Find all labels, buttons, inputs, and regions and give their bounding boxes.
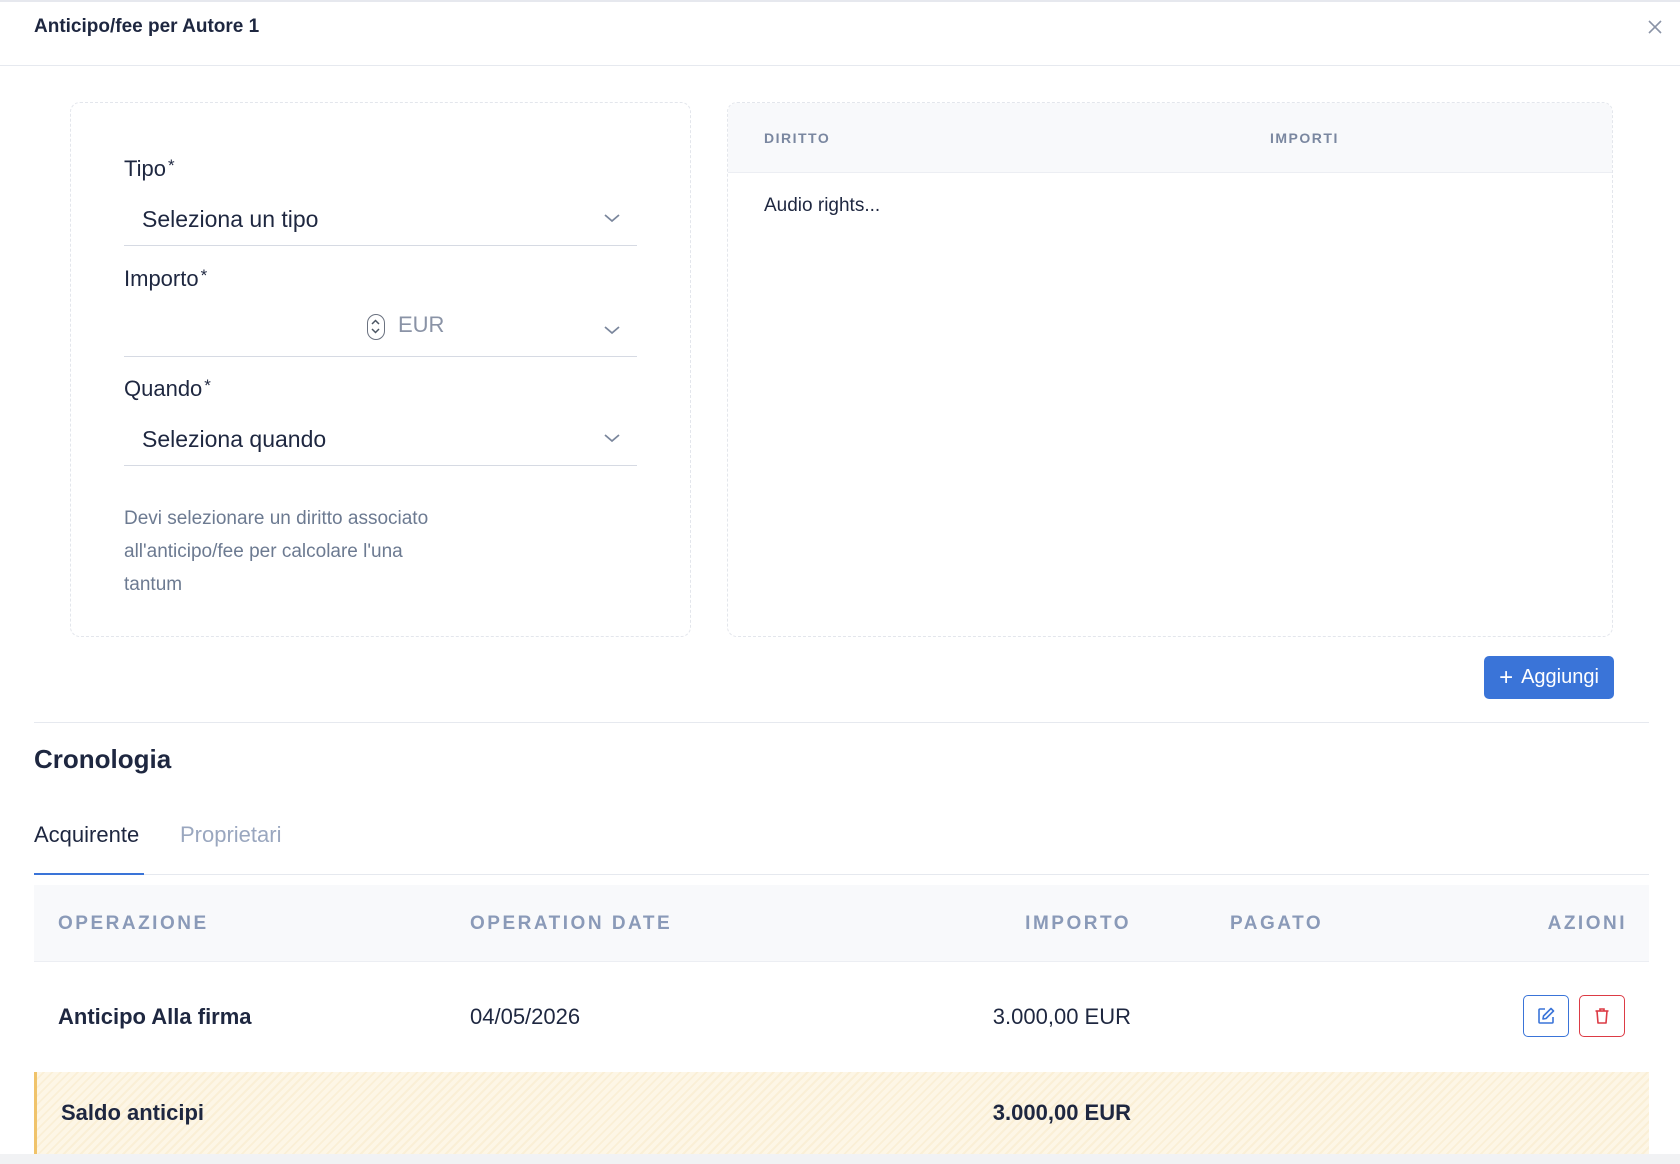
importo-label: Importo * [124, 266, 208, 291]
row-operation-date: 04/05/2026 [470, 1004, 581, 1029]
delete-button[interactable] [1579, 995, 1625, 1037]
edit-icon [1538, 1007, 1555, 1024]
summary-importo: 3.000,00 EUR [992, 1100, 1131, 1125]
summary-row: Saldo anticipi 3.000,00 EUR [34, 1072, 1649, 1154]
quando-select-value: Seleziona quando [142, 426, 327, 452]
column-header-diritto: DIRITTO [764, 130, 831, 146]
trash-icon [1595, 1008, 1609, 1024]
rights-table-header: DIRITTO IMPORTI [728, 103, 1612, 173]
quando-label: Quando * [124, 376, 211, 401]
rights-row-diritto[interactable]: Audio rights... [764, 195, 880, 217]
summary-label: Saldo anticipi [61, 1100, 205, 1125]
quando-select[interactable]: Seleziona quando [124, 414, 637, 466]
history-title: Cronologia [34, 744, 172, 774]
history-tabs: Acquirente Proprietari [34, 812, 1649, 875]
importo-field: EUR [124, 302, 637, 357]
modal-header: Anticipo/fee per Autore 1 [0, 2, 1680, 66]
modal-title: Anticipo/fee per Autore 1 [34, 16, 260, 37]
active-tab-indicator [34, 873, 144, 875]
history-table-header: OPERAZIONE OPERATION DATE IMPORTO PAGATO… [34, 885, 1649, 962]
chevron-down-icon [604, 326, 620, 335]
importo-input[interactable] [124, 310, 359, 348]
row-importo: 3.000,00 EUR [992, 1004, 1131, 1029]
table-row: Anticipo Alla firma 04/05/2026 3.000,00 … [34, 964, 1649, 1070]
section-divider [34, 722, 1649, 723]
rights-panel: DIRITTO IMPORTI Audio rights... [727, 102, 1613, 637]
chevron-down-icon [604, 214, 620, 223]
column-header-pagato: PAGATO [1230, 913, 1324, 934]
tipo-label: Tipo * [124, 156, 175, 181]
edit-button[interactable] [1523, 995, 1569, 1037]
tipo-select[interactable]: Seleziona un tipo [124, 194, 637, 246]
add-button-label: Aggiungi [1521, 666, 1599, 688]
column-header-operazione: OPERAZIONE [58, 913, 209, 934]
column-header-importo: IMPORTO [1025, 913, 1131, 934]
add-button[interactable]: + Aggiungi [1484, 656, 1614, 699]
form-hint: Devi selezionare un diritto associato al… [124, 508, 429, 595]
advance-fee-modal: Anticipo/fee per Autore 1 Tipo * Selezion… [0, 0, 1680, 1164]
close-icon [1648, 20, 1662, 34]
currency-select[interactable] [394, 302, 637, 354]
column-header-importi: IMPORTI [1270, 130, 1339, 146]
tab-acquirente[interactable]: Acquirente [34, 822, 139, 848]
bottom-edge [0, 1154, 1680, 1164]
tab-proprietari[interactable]: Proprietari [180, 822, 281, 848]
plus-icon: + [1499, 663, 1514, 691]
chevron-down-icon [604, 434, 620, 443]
close-button[interactable] [1642, 14, 1668, 40]
importo-stepper[interactable] [367, 314, 385, 340]
stepper-arrows-icon [371, 319, 380, 334]
column-header-azioni: AZIONI [1547, 913, 1627, 934]
tipo-select-value: Seleziona un tipo [142, 206, 319, 232]
column-header-operation-date: OPERATION DATE [470, 913, 673, 934]
row-operazione: Anticipo Alla firma [58, 1004, 252, 1029]
